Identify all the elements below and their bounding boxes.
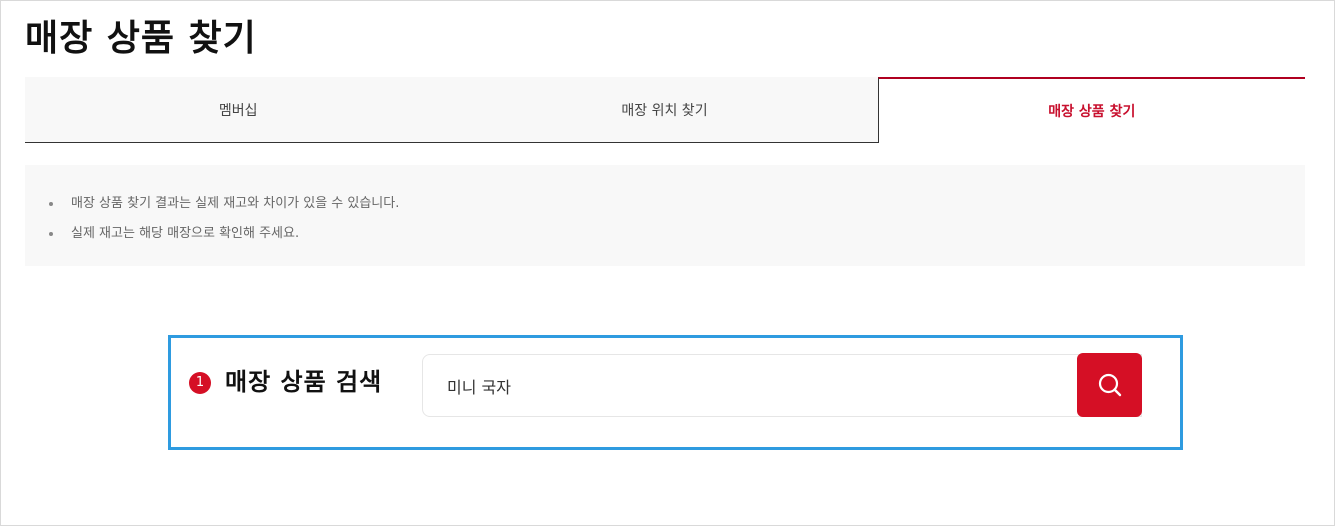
tab-store-product-search[interactable]: 매장 상품 찾기 [877, 77, 1305, 143]
search-icon [1098, 373, 1121, 397]
search-button[interactable] [1077, 353, 1142, 417]
page-frame: 매장 상품 찾기 멤버십 매장 위치 찾기 매장 상품 찾기 매장 상품 찾기 … [0, 0, 1335, 526]
notice-item: 매장 상품 찾기 결과는 실제 재고와 차이가 있을 수 있습니다. [49, 189, 1305, 219]
notice-list: 매장 상품 찾기 결과는 실제 재고와 차이가 있을 수 있습니다. 실제 재고… [49, 189, 1305, 249]
page-title: 매장 상품 찾기 [25, 18, 257, 59]
search-input[interactable] [422, 354, 1142, 417]
notice-box: 매장 상품 찾기 결과는 실제 재고와 차이가 있을 수 있습니다. 실제 재고… [25, 165, 1305, 266]
product-search-section: 1 매장 상품 검색 [168, 335, 1183, 450]
tab-store-location[interactable]: 매장 위치 찾기 [451, 77, 878, 143]
tab-label: 매장 위치 찾기 [621, 102, 708, 119]
search-label: 매장 상품 검색 [225, 368, 383, 396]
tab-bar: 멤버십 매장 위치 찾기 매장 상품 찾기 [25, 77, 1305, 143]
tab-membership[interactable]: 멤버십 [25, 77, 452, 143]
notice-item: 실제 재고는 해당 매장으로 확인해 주세요. [49, 219, 1305, 249]
tab-label: 멤버십 [218, 102, 258, 119]
tab-label: 매장 상품 찾기 [1048, 104, 1136, 120]
step-number-badge: 1 [189, 372, 211, 394]
